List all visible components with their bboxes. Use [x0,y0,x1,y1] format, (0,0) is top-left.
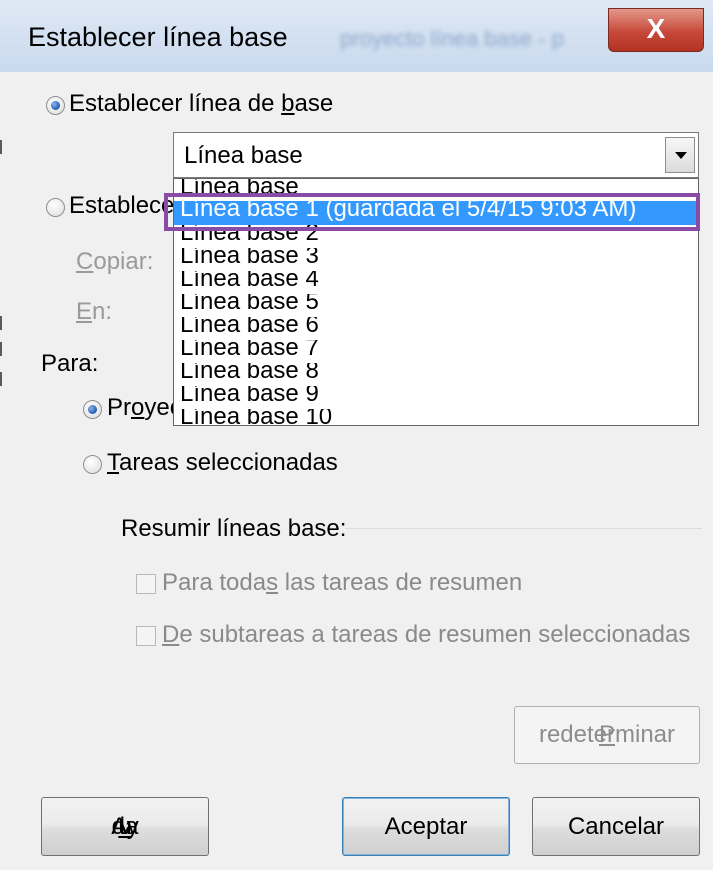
dropdown-option[interactable]: Línea base [174,179,698,203]
background-edge-mark [0,342,2,356]
close-icon: X [646,13,666,44]
rollup-selected-summary-checkbox[interactable] [136,626,156,646]
copy-label-accel: C [76,248,94,275]
dialog-title: Establecer línea base [28,22,288,52]
set-baseline-label[interactable]: Establecer línea de base [69,90,333,118]
dropdown-option[interactable]: Línea base 10 [174,409,698,426]
dropdown-option-label: Línea base 6 [180,317,319,338]
dropdown-option[interactable]: Línea base 8 [174,363,698,387]
cancel-label: Cancelar [567,812,665,840]
chevron-down-icon[interactable] [665,137,695,173]
selected-tasks-label-text: areas seleccionadas [119,449,338,476]
dropdown-option-label: Línea base 4 [180,271,319,292]
dropdown-option-selected[interactable]: Línea base 1 (guardada el 5/4/15 9:03 AM… [174,201,698,225]
ok-button[interactable]: Aceptar [342,797,510,856]
help-button[interactable]: Ay u da [41,797,209,856]
rollup-selected-summary-text: e subtareas a tareas de resumen seleccio… [179,621,691,648]
set-baseline-radio[interactable] [46,96,65,115]
copy-label-text: opiar: [93,248,154,275]
baseline-select[interactable]: Línea base [173,132,699,178]
dropdown-option-label: Línea base 2 [180,225,319,246]
rollup-all-summary-checkbox[interactable] [136,574,156,594]
into-label: En: [76,298,112,326]
set-baseline-label-text-end: ase [294,90,334,117]
dropdown-option[interactable]: Línea base 9 [174,386,698,410]
dropdown-option-label: Línea base 10 [180,409,333,426]
rollup-all-summary-label[interactable]: Para todas las tareas de resumen [162,569,522,597]
rollup-all-summary-text: Para toda [162,569,267,596]
set-baseline-label-text: Establecer línea de [69,90,282,117]
entire-project-radio[interactable] [83,400,102,419]
dropdown-option[interactable]: Línea base 2 [174,225,698,249]
set-as-default-label: Predeterminar [515,707,699,763]
set-baseline-dialog: Establecer línea base proyecto línea bas… [0,0,713,870]
cancel-button[interactable]: Cancelar [532,797,700,856]
selected-tasks-label-accel: T [107,449,119,476]
background-edge-mark [0,372,2,386]
title-bar[interactable]: Establecer línea base proyecto línea bas… [0,0,713,72]
rollup-selected-summary-accel: D [162,621,180,648]
dropdown-option-label: Línea base 7 [180,340,319,361]
entire-project-label-text: Pr [107,394,131,421]
close-button[interactable]: X [608,8,704,52]
for-label: Para: [41,350,99,377]
ok-label: Aceptar [384,812,468,840]
dropdown-option[interactable]: Línea base 4 [174,271,698,295]
into-label-accel: E [76,298,93,325]
entire-project-label-accel: o [131,394,145,421]
dropdown-option-label: Línea base 3 [180,248,319,269]
dropdown-option-label: Línea base 8 [180,363,319,384]
set-as-default-text: redeterminar [538,721,676,748]
dropdown-option[interactable]: Línea base 5 [174,294,698,318]
entire-project-label[interactable]: Proyec [107,394,182,422]
baseline-dropdown-list[interactable]: Línea base Línea base 1 (guardada el 5/4… [173,178,699,426]
baseline-select-value: Línea base [184,142,303,169]
rollup-group-divider [345,528,702,529]
set-interim-plan-label[interactable]: Establecer [69,192,182,220]
selected-tasks-radio[interactable] [83,455,102,474]
into-label-text: n: [92,298,113,325]
rollup-selected-summary-label[interactable]: De subtareas a tareas de resumen selecci… [162,621,690,649]
dropdown-option[interactable]: Línea base 7 [174,340,698,364]
background-window-title: proyecto línea base - p [340,26,564,51]
dropdown-option-label: Línea base [180,179,299,200]
rollup-group-title: Resumir líneas base: [121,515,347,542]
set-baseline-label-accel: b [281,90,295,117]
help-label: Ay u da [42,798,208,855]
selected-tasks-label[interactable]: Tareas seleccionadas [107,449,338,477]
rollup-all-summary-accel: s [266,569,279,596]
dropdown-option-label: Línea base 5 [180,294,319,315]
set-interim-plan-radio[interactable] [46,198,65,217]
dropdown-option[interactable]: Línea base 6 [174,317,698,341]
rollup-all-summary-text-end: las tareas de resumen [278,569,523,596]
dropdown-option-label: Línea base 1 (guardada el 5/4/15 9:03 AM… [180,201,637,222]
set-as-default-button[interactable]: Predeterminar [514,706,700,764]
dropdown-option-label: Línea base 9 [180,386,319,407]
help-text-end: da [111,812,139,840]
copy-label: Copiar: [76,248,153,276]
background-edge-mark [0,140,2,154]
background-edge-mark [0,316,2,330]
dropdown-option[interactable]: Línea base 3 [174,248,698,272]
